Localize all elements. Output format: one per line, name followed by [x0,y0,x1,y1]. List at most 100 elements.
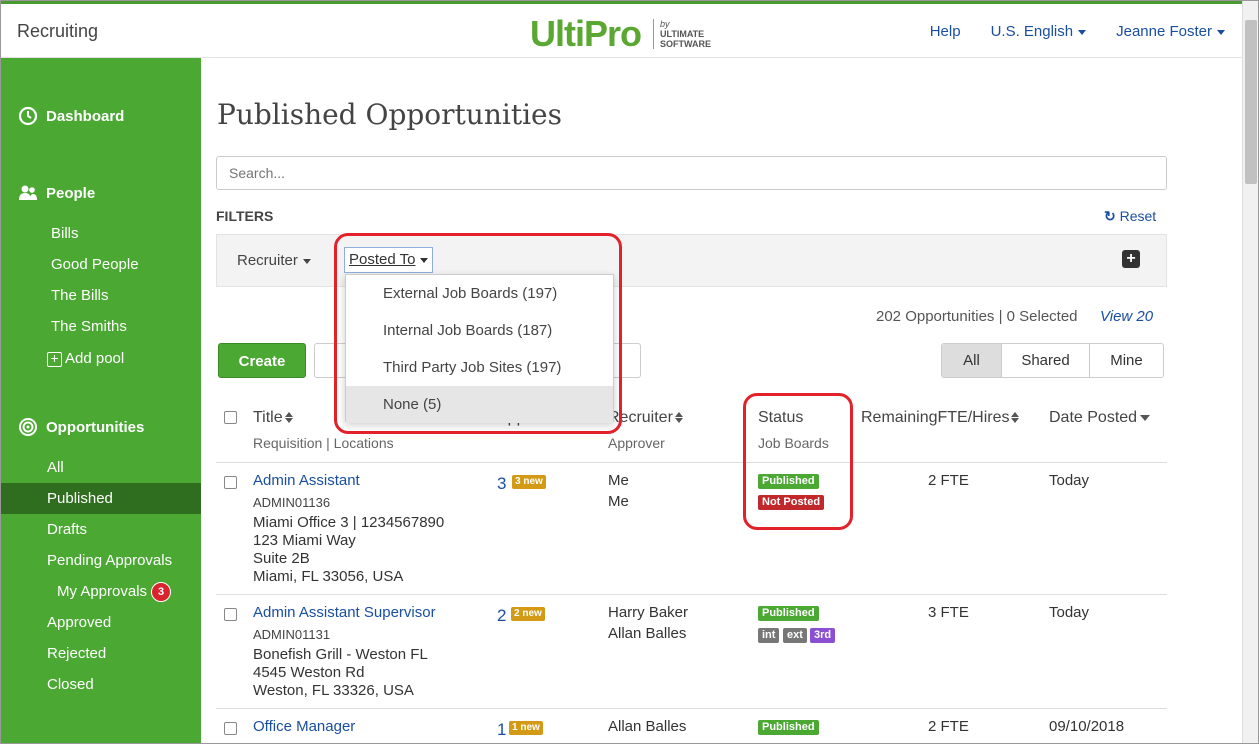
sidebar-item-people[interactable]: People [18,183,95,203]
location-line: Suite 2B [253,550,310,567]
requisition-id: ADMIN01136 [253,495,331,510]
sidebar-item-closed[interactable]: Closed [0,669,201,700]
sidebar-item-good-people[interactable]: Good People [0,249,201,280]
recruiter-name: Allan Balles [608,718,687,735]
job-title-link[interactable]: Admin Assistant [253,472,360,490]
sidebar-item-all[interactable]: All [0,452,201,483]
vertical-scrollbar[interactable] [1242,0,1258,744]
fte-value: 2 FTE [928,718,969,735]
job-board-tag-int: int [758,628,780,643]
col-date-posted[interactable]: Date Posted [1049,409,1151,427]
search-input[interactable] [216,156,1167,190]
job-title-link[interactable]: Admin Assistant Supervisor [253,604,436,622]
posted-to-dropdown: External Job Boards (197) Internal Job B… [345,274,614,423]
header-divider [216,462,1167,463]
logo-main-text: UltiPro [530,13,642,54]
requisition-id: ADMIN01131 [253,627,331,642]
job-board-badge: Not Posted [758,495,825,510]
location-line: 4545 Weston Rd [253,664,365,681]
refresh-icon: ↻ [1104,208,1116,224]
language-menu[interactable]: U.S. English [991,23,1087,40]
view-count-link[interactable]: View 20 [1100,308,1153,325]
approvals-count-badge: 3 [151,582,172,603]
sidebar-item-approved[interactable]: Approved [0,607,201,638]
create-button[interactable]: Create [218,343,306,378]
user-name: Jeanne Foster [1116,23,1212,40]
logo-by: by [660,19,670,29]
col-status[interactable]: Status [758,409,803,427]
logo-company-1: ULTIMATE [660,29,705,39]
opportunities-summary: 202 Opportunities | 0 Selected [876,308,1078,325]
location-line: 123 Miami Way [253,532,356,549]
recruiter-filter[interactable]: Recruiter [237,252,311,269]
col-recruiter-label: Recruiter [608,409,673,426]
row-divider [216,708,1167,709]
sidebar-item-opportunities[interactable]: Opportunities [18,417,144,437]
applicant-count-link[interactable]: 2 [497,606,506,626]
top-bar: Recruiting UltiPro by ULTIMATE SOFTWARE … [0,0,1242,58]
segment-shared[interactable]: Shared [1001,344,1089,377]
job-title-link[interactable]: Office Manager [253,718,355,736]
top-links: Help U.S. English Jeanne Foster [930,23,1225,40]
filters-label: FILTERS [216,208,274,224]
fte-value: 2 FTE [928,472,969,489]
select-all-checkbox[interactable] [224,411,237,424]
col-title[interactable]: Title [253,409,293,427]
sidebar-item-the-bills[interactable]: The Bills [0,280,201,311]
caret-down-icon [1217,29,1225,35]
col-remaining[interactable]: RemainingFTE/Hires [861,409,1019,427]
sidebar-item-drafts[interactable]: Drafts [0,514,201,545]
caret-down-icon [420,257,429,263]
recruiter-name: Me [608,472,629,489]
user-menu[interactable]: Jeanne Foster [1116,23,1225,40]
row-divider [216,594,1167,595]
posted-to-filter-label: Posted To [349,251,416,268]
option-internal-job-boards[interactable]: Internal Job Boards (187) [346,312,613,349]
option-external-job-boards[interactable]: External Job Boards (197) [346,275,613,312]
opportunities-label: Opportunities [46,418,145,436]
caret-down-icon [302,258,311,264]
ultipro-logo: UltiPro by ULTIMATE SOFTWARE [530,14,711,54]
sidebar-item-pending-approvals[interactable]: Pending Approvals [0,545,201,576]
applicant-count-link[interactable]: 1 [497,720,506,740]
col-recruiter[interactable]: Recruiter [608,409,683,427]
posted-to-filter[interactable]: Posted To [344,247,434,273]
status-badge: Published [758,474,819,489]
job-board-tag-ext: ext [783,628,807,643]
new-applicants-badge: 1 new [509,721,543,735]
sidebar-item-the-smiths[interactable]: The Smiths [0,311,201,342]
date-posted: Today [1049,604,1090,621]
segment-all[interactable]: All [942,344,1001,377]
add-filter-button[interactable]: + [1122,250,1140,268]
ownership-toggle: All Shared Mine [941,343,1164,378]
applicant-count-link[interactable]: 3 [497,474,506,494]
reset-button[interactable]: ↻ Reset [1104,208,1156,225]
sidebar-item-rejected[interactable]: Rejected [0,638,201,669]
col-remaining-label: RemainingFTE/Hires [861,409,1010,426]
row-checkbox[interactable] [224,476,237,489]
col-title-sub: Requisition | Locations [253,435,394,451]
page-title: Published Opportunities [217,98,562,131]
add-pool-button[interactable]: + Add pool [0,343,201,374]
row-checkbox[interactable] [224,722,237,735]
row-checkbox[interactable] [224,608,237,621]
sidebar-item-my-approvals[interactable]: My Approvals 3 [0,576,201,607]
dashboard-label: Dashboard [46,107,125,125]
sidebar-item-published[interactable]: Published [0,483,201,514]
scrollbar-thumb[interactable] [1245,20,1257,184]
new-applicants-badge: 2 new [511,607,545,621]
col-status-sub: Job Boards [758,435,829,451]
sort-icon [1011,412,1019,423]
my-approvals-label: My Approvals [57,583,148,600]
sidebar-item-bills[interactable]: Bills [0,218,201,249]
status-badge: Published [758,606,819,621]
option-none[interactable]: None (5) [346,386,613,423]
sort-desc-icon [1140,414,1151,421]
date-posted: 09/10/2018 [1049,718,1125,735]
sidebar-item-dashboard[interactable]: Dashboard [18,106,124,126]
segment-mine[interactable]: Mine [1089,344,1163,377]
new-applicants-badge: 3 new [512,475,546,489]
reset-label: Reset [1119,208,1157,224]
help-link[interactable]: Help [930,23,961,40]
option-third-party-job-sites[interactable]: Third Party Job Sites (197) [346,349,613,386]
